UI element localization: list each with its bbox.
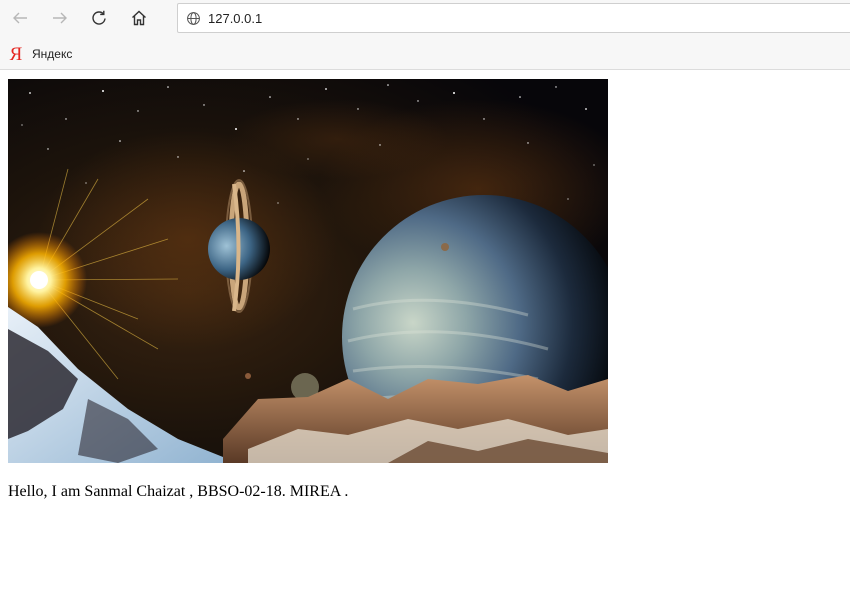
address-bar[interactable]: 127.0.0.1 <box>177 3 850 33</box>
bookmark-yandex[interactable]: Я Яндекс <box>8 43 73 65</box>
space-picture <box>8 79 608 463</box>
bookmark-label: Яндекс <box>32 47 73 61</box>
yandex-icon: Я <box>9 43 23 65</box>
url-text[interactable]: 127.0.0.1 <box>208 11 262 26</box>
bookmarks-bar: Я Яндекс <box>0 37 850 70</box>
back-button[interactable] <box>5 4 35 32</box>
reload-button[interactable] <box>84 4 114 32</box>
back-arrow-icon <box>13 12 27 24</box>
home-button[interactable] <box>124 4 154 32</box>
page-content: Hello, I am Sanmal Chaizat , BBSO-02-18.… <box>0 70 850 589</box>
greeting-text: Hello, I am Sanmal Chaizat , BBSO-02-18.… <box>8 483 349 500</box>
reload-icon <box>92 10 106 25</box>
home-icon <box>132 10 146 26</box>
forward-button[interactable] <box>45 4 75 32</box>
globe-icon <box>185 10 201 26</box>
browser-toolbar: 127.0.0.1 <box>0 0 850 37</box>
forward-arrow-icon <box>53 12 67 24</box>
